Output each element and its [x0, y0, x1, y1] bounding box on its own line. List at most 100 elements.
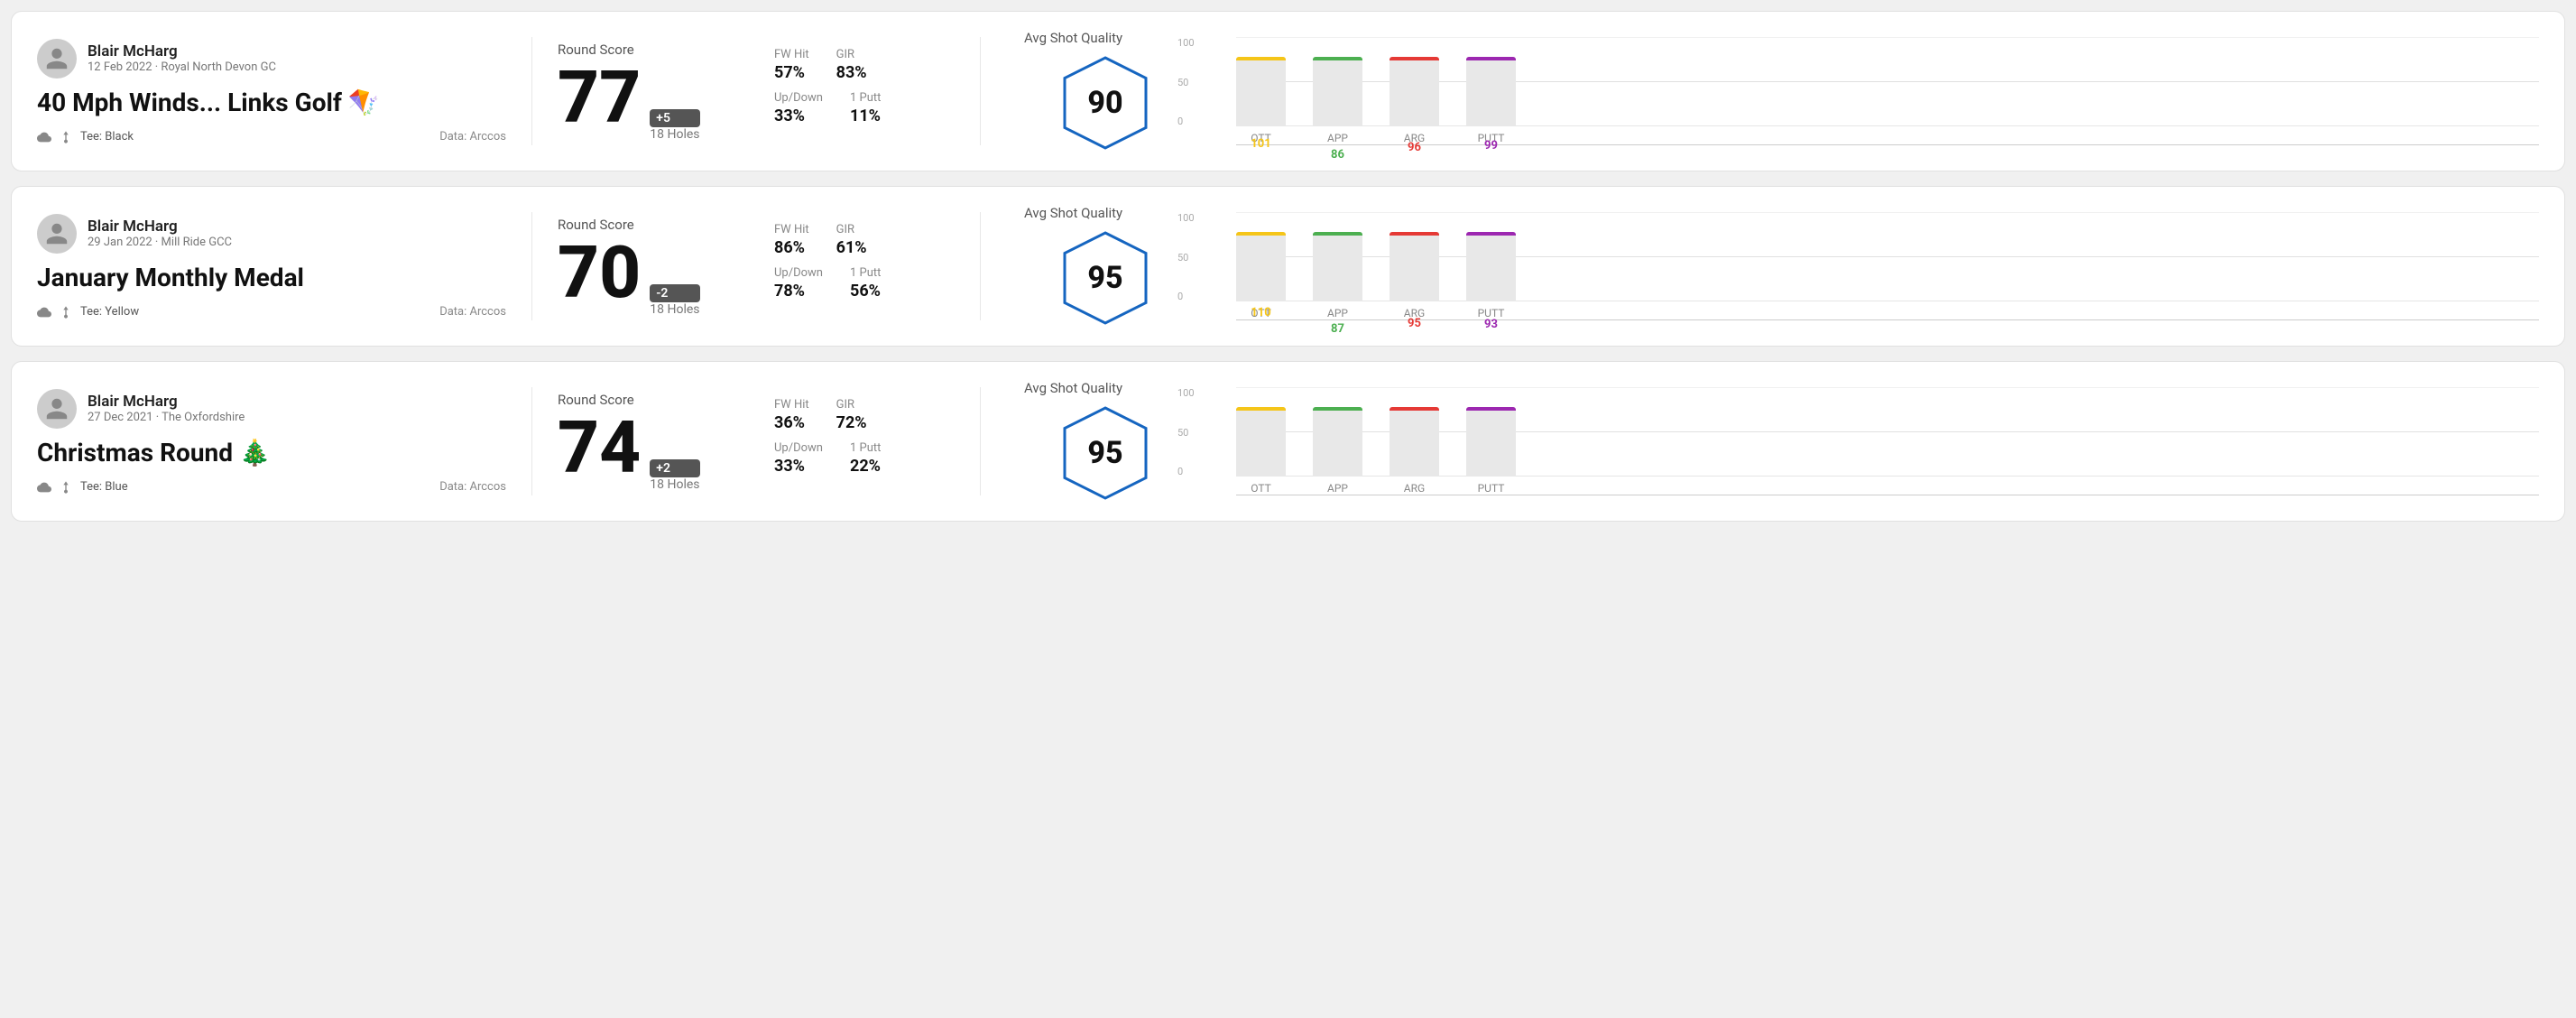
y-label: 50: [1177, 77, 1195, 88]
gir-value: 83%: [836, 63, 867, 82]
bar-group: 82PUTT: [1466, 36, 1516, 126]
data-source: Data: Arccos: [439, 305, 506, 319]
user-meta: 27 Dec 2021 · The Oxfordshire: [88, 411, 245, 424]
bar-fill: [1466, 407, 1516, 411]
round-card: Blair McHarg27 Dec 2021 · The Oxfordshir…: [11, 361, 2565, 522]
user-name: Blair McHarg: [88, 217, 232, 236]
data-source: Data: Arccos: [439, 130, 506, 143]
user-info: Blair McHarg27 Dec 2021 · The Oxfordshir…: [88, 393, 245, 424]
bar-fill: [1466, 57, 1516, 60]
fw-hit-label: FW Hit: [774, 223, 809, 236]
oneputt-value: 11%: [850, 106, 881, 125]
score-row: 77+518 Holes: [558, 61, 756, 142]
bar-background: [1466, 407, 1516, 477]
bar-group: 98ARG: [1390, 36, 1439, 126]
bar-fill: [1236, 407, 1286, 411]
tee-label: Tee: Blue: [80, 480, 128, 494]
hexagon-container: 95: [1060, 228, 1150, 328]
bar-value-label: 99: [1484, 139, 1498, 153]
section-divider: [531, 212, 532, 320]
round-card: Blair McHarg29 Jan 2022 · Mill Ride GCC J…: [11, 186, 2565, 347]
weather-icon: [37, 480, 51, 495]
oneputt-label: 1 Putt: [850, 266, 881, 280]
gir-label: GIR: [836, 398, 867, 412]
gir-value: 72%: [836, 413, 867, 432]
bar-chart: 101OTT86APP96ARG99PUTT: [1236, 212, 2539, 320]
tee-info: Tee: Black: [37, 130, 134, 144]
stat-row-2: Up/Down33%1 Putt11%: [774, 91, 955, 125]
card-left-section: Blair McHarg12 Feb 2022 · Royal North De…: [37, 39, 506, 144]
bar-background: [1313, 407, 1362, 477]
avatar: [37, 39, 77, 79]
round-title: Christmas Round 🎄: [37, 438, 506, 467]
gir-label: GIR: [836, 48, 867, 61]
chart-y-labels: 100500: [1177, 387, 1195, 477]
chart-wrapper: 100500 110OTT87APP95ARG93PUTT: [1205, 387, 2539, 495]
bar-value-label: 95: [1408, 317, 1421, 330]
card-bottom-row: Tee: Blue Data: Arccos: [37, 480, 506, 495]
bar-background: [1236, 407, 1286, 477]
stats-section: FW Hit57%GIR83%Up/Down33%1 Putt11%: [774, 48, 955, 134]
stat-updown: Up/Down33%: [774, 441, 823, 476]
hexagon-container: 90: [1060, 53, 1150, 153]
bar-axis-label: APP: [1327, 132, 1348, 144]
bar-background: [1390, 407, 1439, 477]
oneputt-label: 1 Putt: [850, 441, 881, 455]
card-left-section: Blair McHarg27 Dec 2021 · The Oxfordshir…: [37, 389, 506, 495]
bar-fill: [1236, 57, 1286, 60]
bar-value-label: 93: [1484, 318, 1498, 331]
section-divider-2: [980, 212, 981, 320]
chart-section: 100500 107OTT95APP98ARG82PUTT: [1205, 37, 2539, 145]
updown-label: Up/Down: [774, 441, 823, 455]
bar-value-label: 110: [1251, 306, 1270, 319]
tee-label: Tee: Black: [80, 130, 134, 143]
tee-info: Tee: Blue: [37, 480, 128, 495]
bar-axis-label: PUTT: [1478, 482, 1505, 495]
weather-icon: [37, 305, 51, 319]
chart-y-labels: 100500: [1177, 37, 1195, 127]
section-divider-2: [980, 387, 981, 495]
bar-value-label: 101: [1251, 137, 1270, 151]
stat-row-1: FW Hit57%GIR83%: [774, 48, 955, 82]
stat-row-2: Up/Down78%1 Putt56%: [774, 266, 955, 301]
fw-hit-label: FW Hit: [774, 398, 809, 412]
bar-group: 101OTT: [1236, 211, 1286, 301]
stats-section: FW Hit36%GIR72% Up/Down33% 1 Putt22%: [774, 398, 955, 485]
quality-score: 95: [1087, 260, 1122, 296]
bar-axis-label: OTT: [1251, 482, 1271, 495]
stat-fw-hit: FW Hit86%: [774, 223, 809, 257]
score-badge: +2: [650, 459, 699, 477]
gir-label: GIR: [836, 223, 867, 236]
bar-chart: 110OTT87APP95ARG93PUTT: [1236, 387, 2539, 495]
bar-axis-label: APP: [1327, 307, 1348, 319]
stat-row-1: FW Hit36%GIR72%: [774, 398, 955, 432]
bar-group: 107OTT: [1236, 36, 1286, 126]
round-title: January Monthly Medal: [37, 263, 506, 292]
round-card: Blair McHarg12 Feb 2022 · Royal North De…: [11, 11, 2565, 171]
badge-holes: +518 Holes: [650, 109, 699, 142]
user-meta: 12 Feb 2022 · Royal North Devon GC: [88, 60, 276, 74]
holes-label: 18 Holes: [650, 302, 699, 317]
bar-background: [1236, 57, 1286, 126]
bar-background: [1390, 232, 1439, 301]
stat-updown: Up/Down33%: [774, 91, 823, 125]
user-info: Blair McHarg12 Feb 2022 · Royal North De…: [88, 42, 276, 74]
card-left-section: Blair McHarg29 Jan 2022 · Mill Ride GCC J…: [37, 214, 506, 319]
y-label: 100: [1177, 37, 1195, 49]
bar-fill: [1390, 407, 1439, 411]
bar-background: [1313, 57, 1362, 126]
data-source: Data: Arccos: [439, 480, 506, 494]
stat-row-2: Up/Down33% 1 Putt22%: [774, 441, 955, 476]
oneputt-value: 56%: [850, 282, 881, 301]
holes-label: 18 Holes: [650, 127, 699, 142]
tee-label: Tee: Yellow: [80, 305, 139, 319]
user-info: Blair McHarg29 Jan 2022 · Mill Ride GCC: [88, 217, 232, 249]
score-section: Round Score70-218 Holes: [558, 217, 756, 317]
section-divider-2: [980, 37, 981, 145]
stat-oneputt: 1 Putt22%: [850, 441, 881, 476]
bar-value-label: 86: [1331, 148, 1344, 162]
quality-section: Avg Shot Quality 90: [1024, 30, 1186, 153]
hexagon-container: 95: [1060, 403, 1150, 503]
quality-score: 90: [1087, 85, 1122, 121]
golf-icon: [59, 480, 73, 495]
